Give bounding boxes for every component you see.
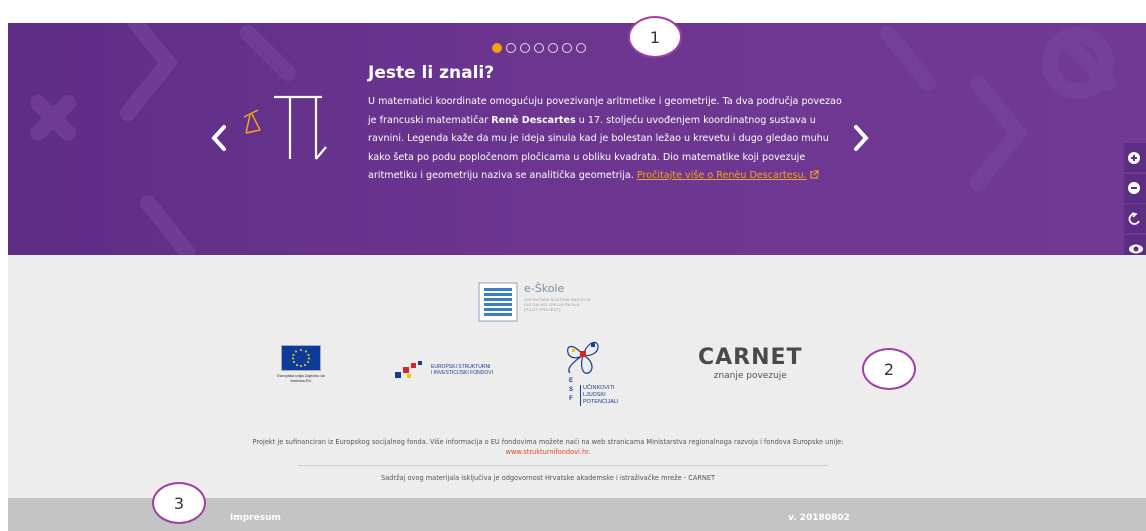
contrast-eye-icon [1129, 244, 1143, 254]
carnet-logo[interactable]: CARNET znanje povezuje [698, 345, 803, 381]
carousel-dot[interactable] [534, 43, 544, 53]
external-link-icon[interactable] [810, 170, 819, 179]
carnet-tagline: znanje povezuje [713, 371, 787, 381]
esf-pinwheel-icon [567, 341, 599, 374]
esf-line: POTENCIJALI [583, 399, 619, 405]
fact-content: Jeste li znali? U matematici koordinate … [368, 63, 848, 186]
callout-marker: 2 [862, 348, 916, 390]
esf-logo[interactable]: E S F UČINKOVITI LJUDSKI POTENCIJALI [558, 333, 618, 406]
project-info-text: Projekt je sufinanciran iz Europskog soc… [252, 438, 844, 446]
carousel-dot[interactable] [548, 43, 558, 53]
divider [298, 465, 828, 466]
eskole-name: e-Škole [524, 282, 565, 295]
zoom-in-icon [1128, 151, 1140, 164]
esf-letter: F [569, 396, 573, 402]
fact-text: U matematici koordinate omogućuju povezi… [368, 93, 848, 186]
eskole-logo[interactable]: e-Škole USPOSTAVA SUSTAVA RAZVOJA DIGITA… [478, 282, 594, 322]
project-info-end: . [588, 448, 591, 456]
carnet-name: CARNET [698, 345, 803, 370]
esf-letter: S [568, 387, 573, 393]
esf-line: LJUDSKI [583, 392, 606, 398]
zoom-out-button[interactable] [1124, 173, 1146, 203]
zoom-in-button[interactable] [1124, 143, 1146, 172]
esf-line: UČINKOVITI [583, 385, 615, 391]
carousel-dot[interactable] [506, 43, 516, 53]
carousel-dot[interactable] [562, 43, 572, 53]
callout-marker: 1 [628, 16, 682, 58]
partner-logos: e-Škole USPOSTAVA SUSTAVA RAZVOJA DIGITA… [8, 255, 1146, 498]
read-more-link[interactable]: Pročitajte više o Renèu Descartesu. [637, 170, 807, 181]
callout-marker: 3 [152, 482, 206, 524]
esf-letter: E [568, 378, 573, 384]
fact-title: Jeste li znali? [368, 63, 495, 83]
carousel-prev-button[interactable] [208, 123, 230, 153]
esf-text: UČINKOVITI LJUDSKI POTENCIJALI [580, 385, 618, 406]
eskole-subtitle: USPOSTAVA SUSTAVA RAZVOJA DIGITALNO ZREL… [524, 297, 591, 312]
eu-caption: Europska unija Zajedno do fondova EU [277, 373, 325, 383]
fact-carousel: Jeste li znali? U matematici koordinate … [8, 23, 1146, 255]
carousel-dot[interactable] [492, 43, 502, 53]
esif-text: EUROPSKI STRUKTURNI I INVESTICIJSKI FOND… [431, 364, 493, 376]
eskole-grid-icon [478, 282, 518, 322]
impresum-link[interactable]: Impresum [230, 513, 281, 523]
eu-flag-icon [281, 345, 321, 371]
zoom-out-icon [1128, 182, 1140, 194]
esif-logo[interactable]: EUROPSKI STRUKTURNI I INVESTICIJSKI FOND… [393, 360, 493, 380]
version-label: v. 20180802 [788, 513, 850, 523]
eskole-text: e-Škole USPOSTAVA SUSTAVA RAZVOJA DIGITA… [524, 282, 594, 312]
esf-letters: E S F [566, 377, 576, 404]
carousel-dots [492, 43, 586, 53]
esif-squares-icon [395, 361, 422, 378]
eu-logo[interactable]: Europska unija Zajedno do fondova EU [271, 345, 331, 383]
structural-funds-link[interactable]: www.strukturnifondovi.hr [506, 448, 589, 456]
reset-button[interactable] [1124, 204, 1146, 233]
disclaimer: Sadržaj ovog materijala isključiva je od… [380, 474, 716, 482]
carousel-next-button[interactable] [850, 123, 872, 153]
carousel-dot[interactable] [576, 43, 586, 53]
reset-icon [1128, 211, 1140, 225]
page: Jeste li znali? U matematici koordinate … [0, 0, 1146, 531]
perpendicular-icon [243, 95, 327, 160]
fact-bold-name: Renè Descartes [491, 114, 576, 126]
project-info: Projekt je sufinanciran iz Europskog soc… [238, 437, 858, 457]
esif-line: I INVESTICIJSKI FONDOVI [431, 370, 493, 376]
carousel-dot[interactable] [520, 43, 530, 53]
